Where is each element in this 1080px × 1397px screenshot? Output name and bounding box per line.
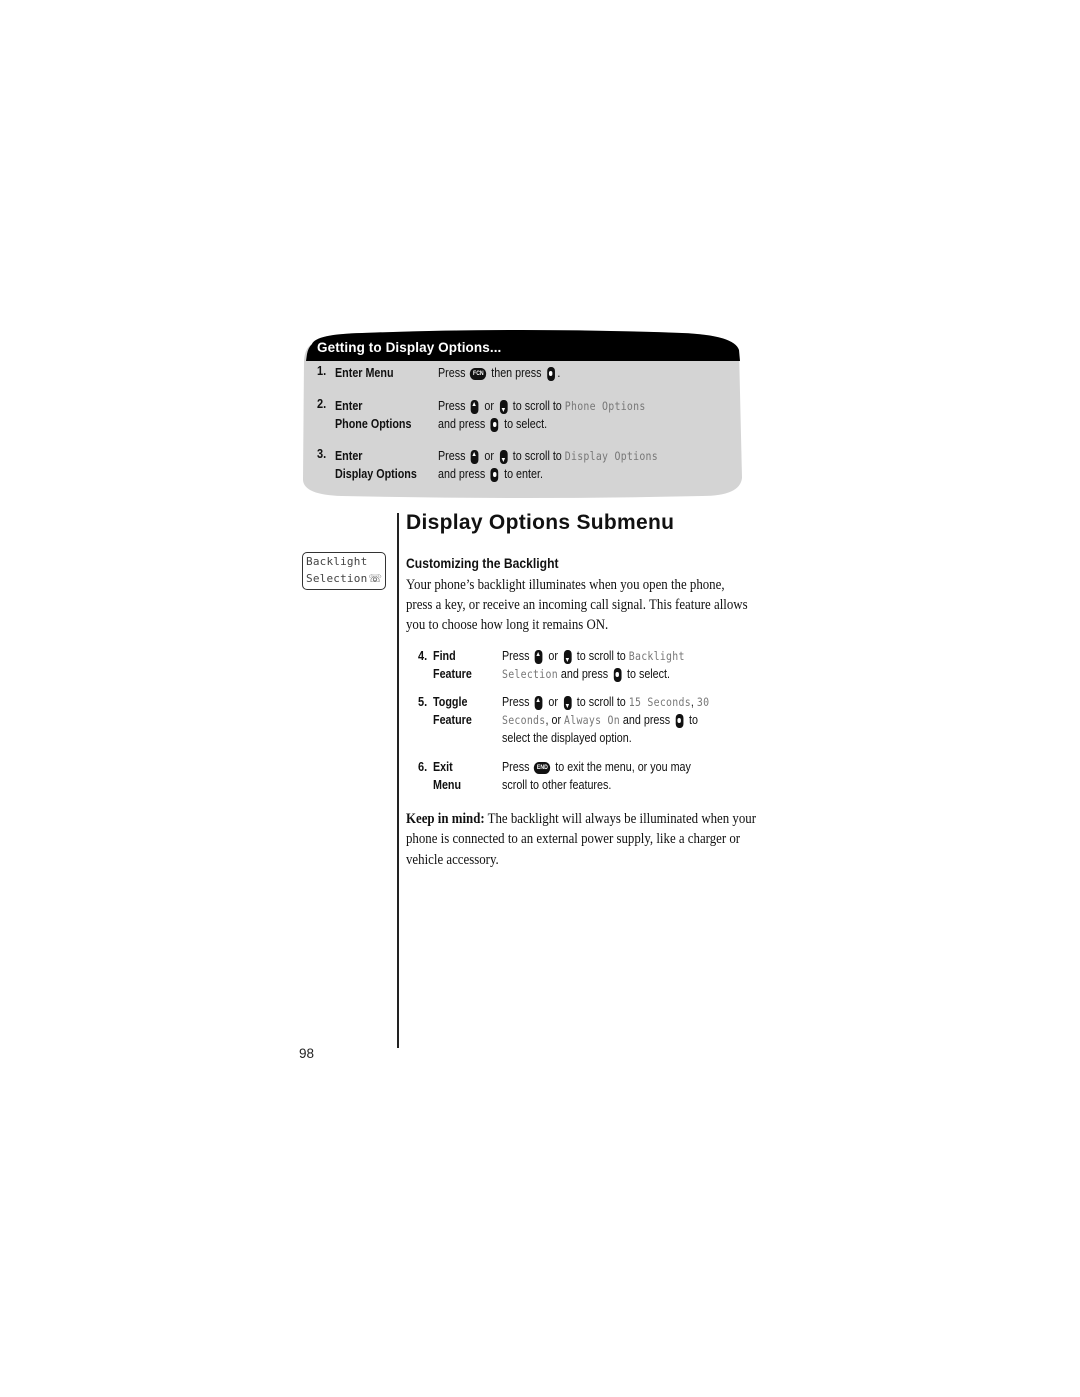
subsection-title: Customizing the Backlight: [406, 556, 559, 571]
instruction-text: and press: [619, 713, 674, 727]
step-instruction: Selection and press to select.: [502, 665, 670, 683]
scroll-up-key-icon: [471, 449, 479, 464]
instruction-text: and press: [557, 667, 612, 681]
display-text: Always On: [564, 713, 620, 727]
step-number: 2.: [317, 397, 327, 411]
step-label: Toggle: [433, 695, 468, 709]
step-label: Enter: [335, 399, 363, 413]
step-instruction: and press to select.: [438, 415, 547, 433]
step-number: 4.: [418, 649, 428, 663]
scroll-up-key-icon: [471, 399, 479, 414]
instruction-text: Press: [502, 649, 533, 663]
instruction-text: Press: [438, 366, 469, 380]
select-key-icon: [490, 467, 499, 482]
instruction-text: to select.: [623, 667, 671, 681]
step-label: Phone Options: [335, 417, 412, 431]
keep-in-mind-note: Keep in mind: The backlight will always …: [406, 809, 762, 870]
instruction-text: to: [686, 713, 698, 727]
display-text: 30: [696, 695, 710, 709]
box-title: Getting to Display Options...: [317, 340, 502, 355]
display-text: Backlight: [628, 649, 685, 663]
fcn-key-icon: FCN: [470, 367, 487, 380]
page-number: 98: [299, 1046, 315, 1061]
step-label: Find: [433, 649, 456, 663]
instruction-text: or: [545, 695, 561, 709]
scroll-up-key-icon: [535, 649, 543, 664]
instruction-text: Press: [502, 695, 533, 709]
step-instruction: Press or to scroll to 15 Seconds, 30: [502, 693, 709, 711]
scroll-down-key-icon: [499, 449, 508, 464]
display-line-2: Selection: [306, 572, 368, 585]
display-text: Phone Options: [564, 399, 646, 413]
phone-icon: ☏: [368, 573, 382, 585]
step-instruction: and press to enter.: [438, 465, 543, 483]
step-label: Menu: [433, 778, 462, 792]
step-instruction: Press or to scroll to Display Options: [438, 447, 658, 465]
instruction-text: select the displayed option.: [502, 731, 632, 745]
step-instruction: Press FCN then press .: [438, 364, 560, 382]
instruction-text: and press: [438, 467, 489, 481]
scroll-up-key-icon: [535, 695, 543, 710]
step-label: Display Options: [335, 467, 417, 481]
step-instruction: select the displayed option.: [502, 729, 632, 747]
instruction-text: .: [557, 366, 561, 380]
scroll-down-key-icon: [499, 399, 508, 414]
step-number: 5.: [418, 695, 428, 709]
instruction-text: or: [481, 449, 497, 463]
getting-to-display-options-box: Getting to Display Options... 1. Enter M…: [302, 330, 742, 498]
instruction-text: or: [481, 399, 497, 413]
select-key-icon: [613, 667, 622, 682]
select-key-icon: [547, 366, 555, 381]
step-label: Feature: [433, 667, 472, 681]
instruction-text: to scroll to: [509, 449, 565, 463]
instruction-text: Press: [502, 760, 533, 774]
display-text: Display Options: [564, 449, 658, 463]
display-line-1: Backlight: [306, 555, 368, 568]
step-label: Enter: [335, 449, 363, 463]
instruction-text: Press: [438, 449, 469, 463]
step-number: 6.: [418, 760, 428, 774]
intro-paragraph: Your phone’s backlight illuminates when …: [406, 577, 748, 634]
vertical-divider: [397, 513, 399, 1048]
section-title: Display Options Submenu: [406, 511, 675, 534]
step-label: Exit: [433, 760, 453, 774]
scroll-down-key-icon: [563, 649, 572, 664]
display-text: Selection: [502, 667, 558, 681]
instruction-text: to scroll to: [573, 695, 629, 709]
select-key-icon: [675, 713, 684, 728]
instruction-text: to enter.: [501, 467, 543, 481]
instruction-text: or: [545, 649, 561, 663]
step-label: Feature: [433, 713, 472, 727]
step-label: Enter Menu: [335, 366, 394, 380]
instruction-text: to select.: [501, 417, 548, 431]
instruction-text: to exit the menu, or you may: [552, 760, 691, 774]
step-number: 1.: [317, 364, 327, 378]
instruction-text: scroll to other features.: [502, 778, 612, 792]
select-key-icon: [490, 417, 499, 432]
scroll-down-key-icon: [563, 695, 572, 710]
keep-in-mind-lead: Keep in mind:: [406, 811, 485, 827]
phone-display-illustration: Backlight Selection ☏: [302, 552, 386, 590]
instruction-text: then press: [488, 366, 545, 380]
instruction-text: to scroll to: [509, 399, 565, 413]
step-number: 3.: [317, 447, 327, 461]
step-instruction: Press END to exit the menu, or you may: [502, 758, 691, 776]
display-text: Seconds: [502, 713, 546, 727]
step-instruction: scroll to other features.: [502, 776, 611, 794]
step-instruction: Seconds, or Always On and press to: [502, 711, 698, 729]
step-instruction: Press or to scroll to Phone Options: [438, 397, 646, 415]
step-instruction: Press or to scroll to Backlight: [502, 647, 685, 665]
display-text: 15 Seconds: [628, 695, 691, 709]
instruction-text: , or: [545, 713, 565, 727]
instruction-text: and press: [438, 417, 489, 431]
instruction-text: to scroll to: [573, 649, 629, 663]
end-key-icon: END: [534, 761, 551, 774]
instruction-text: Press: [438, 399, 469, 413]
